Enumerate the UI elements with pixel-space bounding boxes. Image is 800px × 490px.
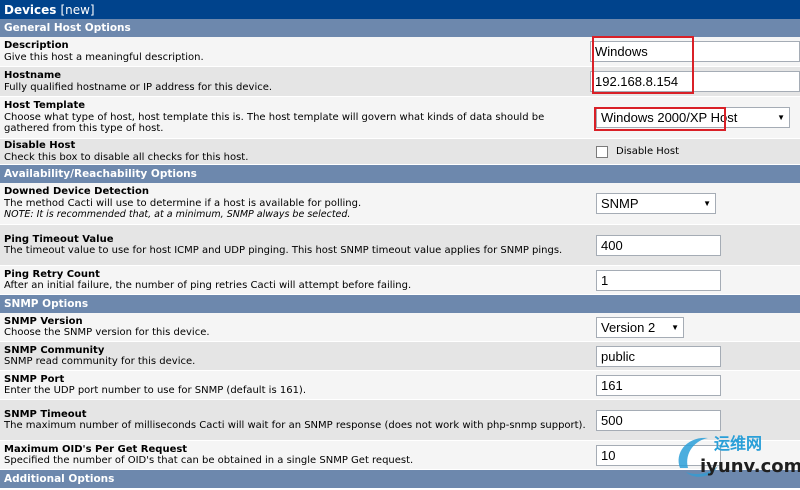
max-oids-help: Specified the number of OID's that can b…: [4, 455, 414, 466]
downed-detection-label: Downed Device Detection: [4, 186, 149, 198]
downed-detection-value: SNMP: [601, 196, 639, 211]
description-row: Description Give this host a meaningful …: [0, 37, 800, 67]
snmp-port-row: SNMP Port Enter the UDP port number to u…: [0, 371, 800, 400]
downed-detection-help: The method Cacti will use to determine i…: [4, 197, 362, 209]
disable-host-row: Disable Host Check this box to disable a…: [0, 139, 800, 165]
snmp-community-input[interactable]: public: [596, 345, 721, 367]
disable-host-label: Disable Host: [4, 140, 76, 151]
snmp-version-select[interactable]: Version 2 ▼: [596, 316, 684, 338]
snmp-port-help: Enter the UDP port number to use for SNM…: [4, 385, 307, 396]
chevron-down-icon: ▼: [777, 113, 785, 122]
host-template-help: Choose what type of host, host template …: [4, 111, 545, 135]
disable-host-help: Check this box to disable all checks for…: [4, 151, 249, 163]
host-template-label: Host Template: [4, 100, 86, 112]
downed-detection-note: NOTE: It is recommended that, at a minim…: [4, 209, 351, 221]
snmp-community-help: SNMP read community for this device.: [4, 356, 196, 367]
downed-detection-row: Downed Device Detection The method Cacti…: [0, 183, 800, 225]
ping-timeout-label: Ping Timeout Value: [4, 233, 114, 245]
description-input[interactable]: Windows: [590, 41, 800, 62]
ping-timeout-row: Ping Timeout Value The timeout value to …: [0, 225, 800, 266]
section-snmp-options: SNMP Options: [0, 295, 800, 313]
page-subtitle: [new]: [60, 2, 95, 17]
disable-host-checkbox-label[interactable]: Disable Host: [616, 146, 679, 157]
snmp-version-help: Choose the SNMP version for this device.: [4, 327, 210, 338]
ping-timeout-input[interactable]: 400: [596, 234, 721, 256]
disable-host-checkbox-group[interactable]: Disable Host: [596, 145, 679, 158]
snmp-version-value: Version 2: [601, 319, 656, 335]
chevron-down-icon: ▼: [671, 322, 679, 332]
hostname-label: Hostname: [4, 70, 62, 81]
hostname-help: Fully qualified hostname or IP address f…: [4, 81, 273, 93]
snmp-community-row: SNMP Community SNMP read community for t…: [0, 342, 800, 371]
hostname-input[interactable]: 192.168.8.154: [590, 71, 800, 92]
watermark-cn: 运维网: [714, 434, 763, 453]
disable-host-checkbox[interactable]: [596, 145, 608, 158]
ping-retry-label: Ping Retry Count: [4, 268, 100, 280]
host-template-select[interactable]: Windows 2000/XP Host ▼: [596, 107, 790, 128]
ping-retry-input[interactable]: 1: [596, 269, 721, 291]
ping-retry-help: After an initial failure, the number of …: [4, 280, 412, 291]
hostname-row: Hostname Fully qualified hostname or IP …: [0, 67, 800, 97]
snmp-port-input[interactable]: 161: [596, 374, 721, 396]
chevron-down-icon: ▼: [703, 199, 711, 208]
snmp-timeout-help: The maximum number of milliseconds Cacti…: [4, 420, 586, 431]
snmp-port-label: SNMP Port: [4, 373, 65, 385]
description-help: Give this host a meaningful description.: [4, 51, 204, 63]
ping-timeout-help: The timeout value to use for host ICMP a…: [4, 245, 563, 256]
section-general-host-options: General Host Options: [0, 19, 800, 37]
watermark-en: iyunv.com: [700, 456, 800, 477]
watermark-logo: 运维网 iyunv.com: [666, 426, 800, 486]
max-oids-label: Maximum OID's Per Get Request: [4, 443, 188, 455]
host-template-row: Host Template Choose what type of host, …: [0, 97, 800, 139]
snmp-version-row: SNMP Version Choose the SNMP version for…: [0, 313, 800, 342]
page-title-bar: Devices [new]: [0, 0, 800, 19]
snmp-timeout-label: SNMP Timeout: [4, 408, 87, 420]
snmp-community-label: SNMP Community: [4, 344, 105, 356]
page-title: Devices: [4, 2, 57, 17]
downed-detection-select[interactable]: SNMP ▼: [596, 193, 716, 214]
host-template-value: Windows 2000/XP Host: [601, 110, 738, 125]
section-availability-options: Availability/Reachability Options: [0, 165, 800, 183]
snmp-version-label: SNMP Version: [4, 315, 83, 327]
ping-retry-row: Ping Retry Count After an initial failur…: [0, 266, 800, 295]
description-label: Description: [4, 40, 69, 51]
